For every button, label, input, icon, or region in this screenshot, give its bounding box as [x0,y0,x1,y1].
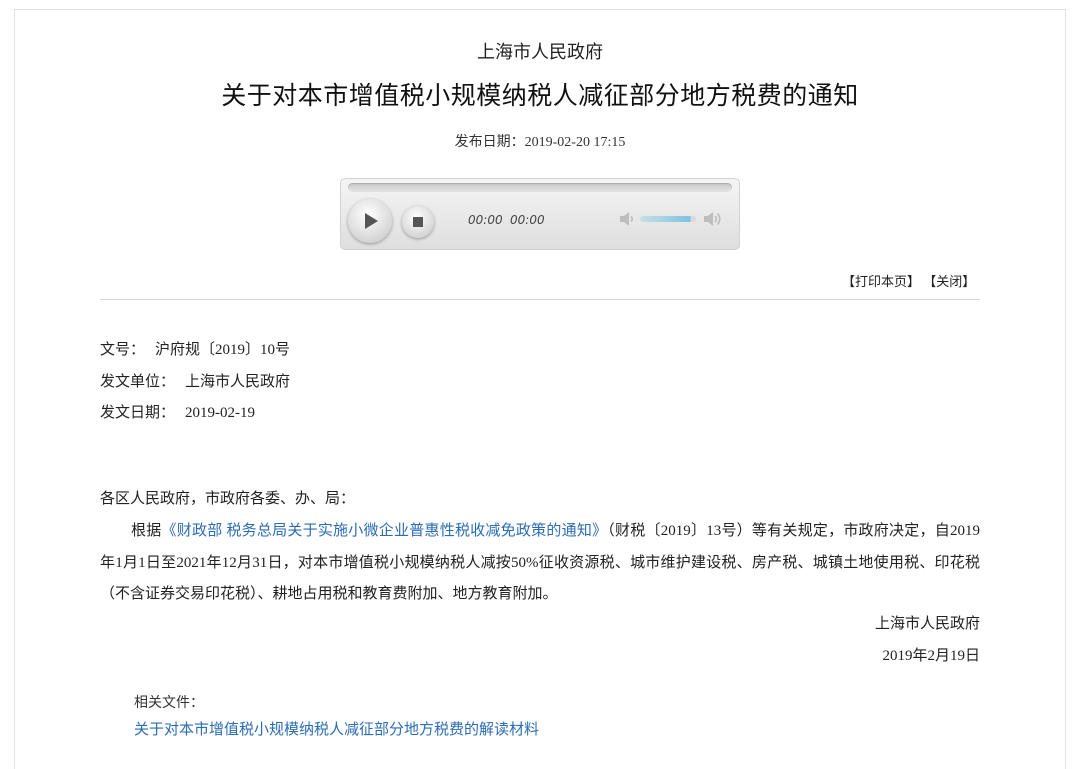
issue-date-label: 发文日期： [100,405,176,421]
stop-button[interactable] [402,206,434,238]
duration-time: 00:00 [510,213,545,227]
publish-date-label: 发布日期： [454,135,525,150]
print-page-link[interactable]: 【打印本页】 [842,274,920,289]
salutation: 各区人民政府，市政府各委、办、局： [100,491,356,507]
volume-low-icon[interactable] [618,209,638,229]
page-title: 关于对本市增值税小规模纳税人减征部分地方税费的通知 [221,83,859,110]
stop-icon [413,217,423,227]
publish-date-value: 2019-02-20 17:15 [524,135,626,150]
policy-document-link[interactable]: 《财政部 税务总局关于实施小微企业普惠性税收减免政策的通知》 [161,523,607,539]
play-button[interactable] [348,199,392,243]
current-time: 00:00 [468,213,503,227]
volume-high-icon[interactable] [702,208,724,230]
doc-number-value: 沪府规〔2019〕10号 [155,342,291,358]
close-page-link[interactable]: 【关闭】 [923,274,975,289]
issue-date-value: 2019-02-19 [185,405,256,421]
signature-date: 2019年2月19日 [882,648,980,664]
issuing-organization: 上海市人民政府 [477,42,603,62]
issuing-unit: 发文单位： 上海市人民政府 [100,370,290,391]
audio-player: 00:00 00:00 [340,178,740,250]
doc-number: 文号： 沪府规〔2019〕10号 [100,338,290,359]
signature-org: 上海市人民政府 [874,616,980,632]
related-file-link[interactable]: 关于对本市增值税小规模纳税人减征部分地方税费的解读材料 [134,718,539,739]
divider [100,299,980,300]
progress-track[interactable] [348,183,732,192]
play-icon [365,213,378,229]
issuing-unit-value: 上海市人民政府 [185,374,291,390]
body-paragraph: 根据《财政部 税务总局关于实施小微企业普惠性税收减免政策的通知》（财税〔2019… [100,516,980,611]
issuing-unit-label: 发文单位： [100,374,176,390]
issue-date: 发文日期： 2019-02-19 [100,401,255,422]
publish-date: 发布日期：2019-02-20 17:15 [0,131,1080,151]
doc-number-label: 文号： [100,342,146,358]
related-files-label: 相关文件： [134,696,204,711]
volume-slider[interactable] [640,216,696,222]
body-text-lead: 根据 [131,523,162,539]
page-actions: 【打印本页】 【关闭】 [842,271,975,290]
